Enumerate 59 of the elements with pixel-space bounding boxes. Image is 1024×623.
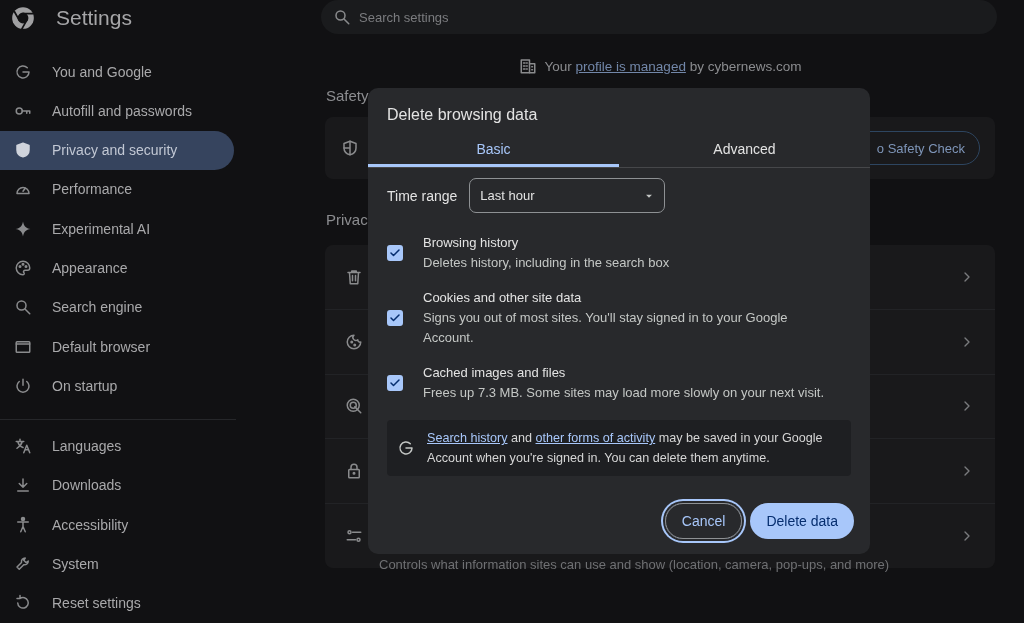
option-description: Frees up 7.3 MB. Some sites may load more slowly on your next visit. <box>423 384 824 402</box>
delete-button[interactable]: Delete data <box>750 503 854 539</box>
section-heading: Privac <box>326 210 369 230</box>
sidebar-item[interactable]: Privacy and security <box>0 130 234 170</box>
row-description: Controls what information sites can use and show (location, camera, pop-ups, and more) <box>379 557 890 572</box>
option-description: Signs you out of most sites. You'll stay signed in to your Google Account. <box>423 309 789 347</box>
app-title: Settings <box>56 6 132 30</box>
sidebar-item[interactable]: On startup <box>0 366 234 406</box>
search-icon <box>14 298 32 317</box>
sidebar-item[interactable]: System <box>0 544 234 584</box>
g-letter-icon <box>14 62 32 81</box>
option-title: Browsing history <box>423 234 520 252</box>
browser-logo-icon <box>10 5 36 31</box>
sidebar-item[interactable]: Experimental AI <box>0 209 234 249</box>
shield-icon <box>341 139 359 157</box>
trash-icon <box>345 267 363 286</box>
sidebar-item[interactable]: Default browser <box>0 326 234 367</box>
sidebar-item[interactable]: Appearance <box>0 248 234 288</box>
sidebar-item[interactable]: Accessibility <box>0 505 234 545</box>
option-title: Cookies and other site data <box>423 289 583 307</box>
sidebar-item[interactable]: Autofill and passwords <box>0 91 234 131</box>
text-link[interactable]: other forms of activity <box>535 431 656 445</box>
g-letter-icon <box>397 439 415 457</box>
target-icon <box>345 397 363 416</box>
sidebar-item[interactable]: You and Google <box>0 52 234 92</box>
sidebar-item[interactable]: Search engine <box>0 287 234 327</box>
check-icon <box>389 247 401 259</box>
managed-notice: Your profile is managed by cybernews.com <box>544 58 802 74</box>
person-icon <box>14 515 32 534</box>
option-description: Deletes history, including in the search box <box>423 254 670 272</box>
notice-text: Search history and other forms of activity may be saved in your Google Account when you're signed in. You can delete them anytime. <box>427 430 824 467</box>
search-icon <box>333 8 351 26</box>
field-label: Time range <box>387 187 458 204</box>
sidebar-item[interactable]: Downloads <box>0 465 234 506</box>
sidebar-item[interactable]: Performance <box>0 169 234 210</box>
time-range-dropdown[interactable]: Last hour <box>469 178 666 213</box>
search-field[interactable]: Search settings <box>321 0 997 34</box>
option-title: Cached images and files <box>423 364 567 382</box>
download-icon <box>14 476 32 495</box>
shield-icon <box>14 141 32 160</box>
check-icon <box>389 377 401 389</box>
text-link[interactable]: Search history <box>427 431 508 445</box>
dialog-title: Delete browsing data <box>386 105 539 125</box>
sidebar-item[interactable]: Reset settings <box>0 583 234 623</box>
tab[interactable]: Basic <box>368 135 619 167</box>
palette-icon <box>14 259 32 278</box>
translate-icon <box>14 437 32 456</box>
power-icon <box>14 376 32 395</box>
checkbox[interactable] <box>387 310 403 326</box>
checkbox[interactable] <box>387 245 403 261</box>
sidebar-item[interactable]: Languages <box>0 426 234 466</box>
building-icon <box>518 57 537 75</box>
lock-icon <box>345 462 363 481</box>
check-icon <box>389 312 401 324</box>
checkbox[interactable] <box>387 375 403 391</box>
wrench-icon <box>14 555 32 573</box>
section-heading: Safety <box>326 86 370 106</box>
cookie-icon <box>345 332 363 351</box>
profile-link[interactable]: profile is managed <box>575 58 686 74</box>
